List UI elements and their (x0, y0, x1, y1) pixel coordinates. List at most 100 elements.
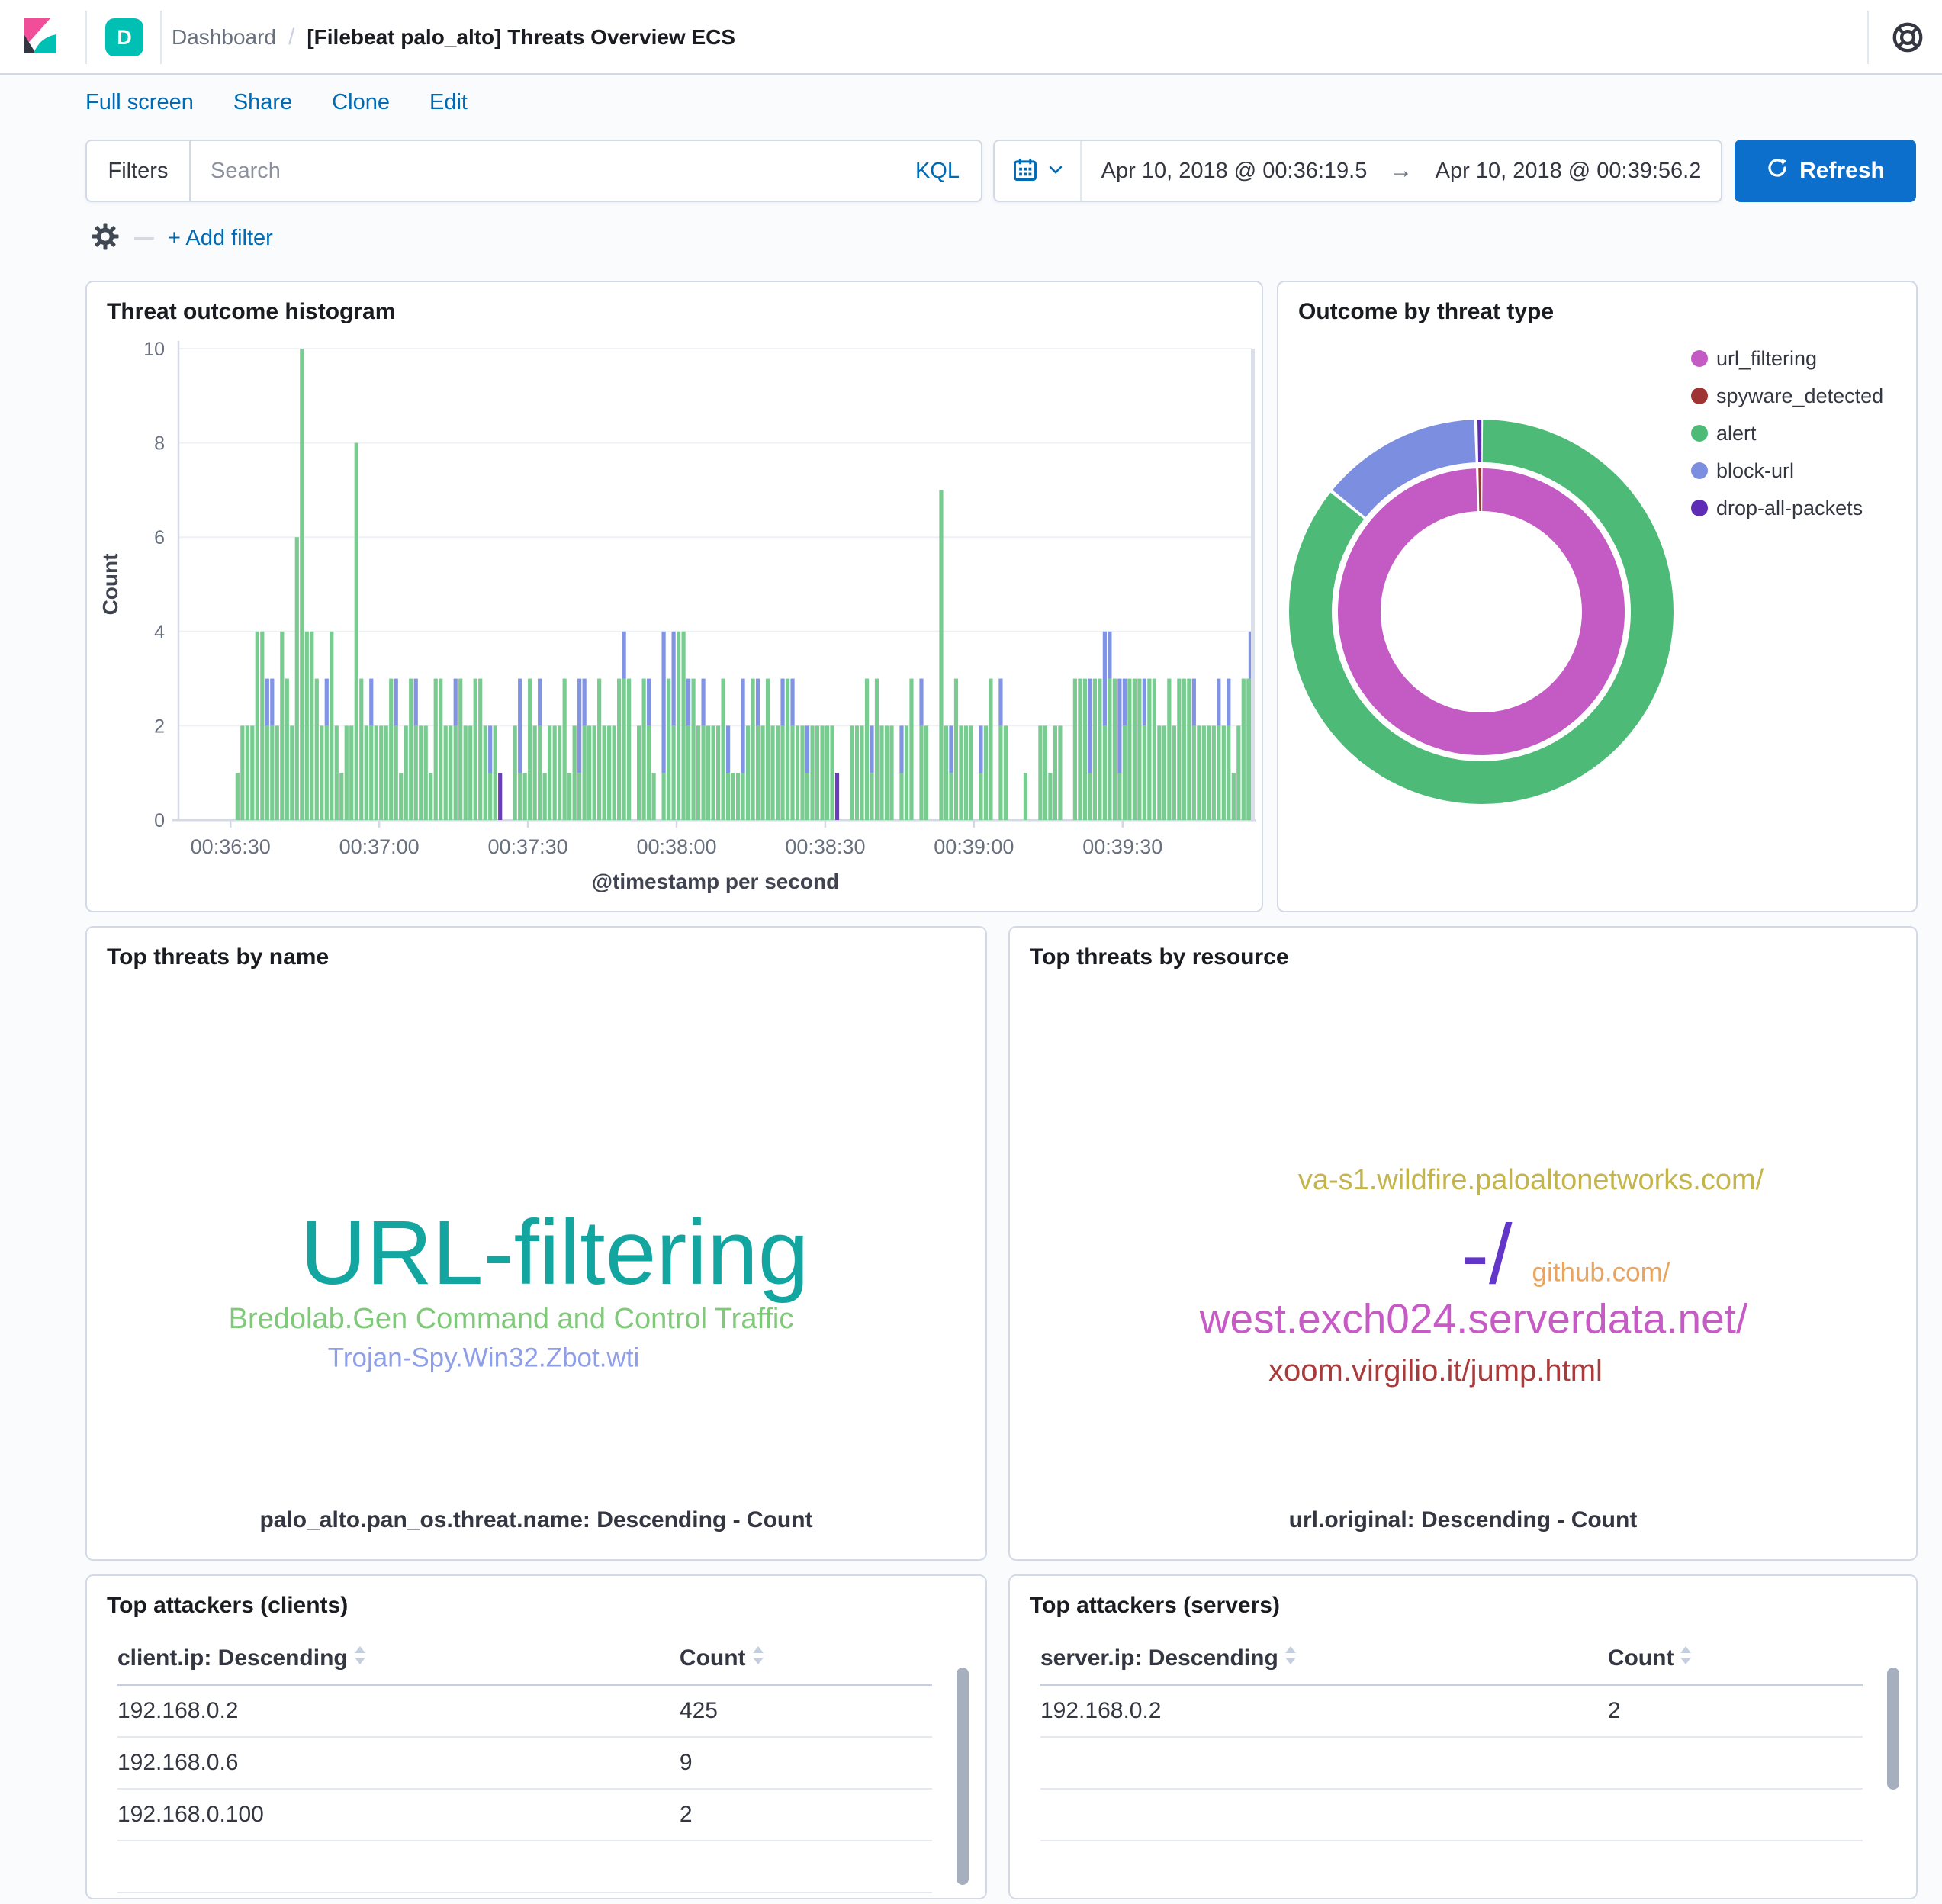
legend-item-alert[interactable]: alert (1716, 422, 1757, 445)
histogram-bar-alert[interactable] (1192, 725, 1196, 820)
histogram-bar-alert[interactable] (518, 773, 522, 820)
date-picker-button[interactable] (995, 141, 1082, 201)
table-row[interactable]: 192.168.0.2425 (117, 1686, 932, 1736)
donut-inner-url_filtering[interactable] (1338, 468, 1625, 755)
histogram-bar-alert[interactable] (1222, 725, 1226, 820)
histogram-bar-alert[interactable] (593, 725, 596, 820)
histogram-bar-alert[interactable] (627, 679, 631, 820)
histogram-bar-alert[interactable] (256, 632, 259, 820)
column-header[interactable]: Count (680, 1645, 764, 1671)
histogram-bar-alert[interactable] (295, 537, 299, 820)
histogram-bar-alert[interactable] (1187, 679, 1191, 820)
histogram-bar-alert[interactable] (300, 349, 304, 820)
histogram-bar-block-url[interactable] (949, 725, 953, 773)
table-row[interactable]: 192.168.0.69 (117, 1738, 932, 1788)
histogram-bar-alert[interactable] (1143, 725, 1146, 820)
histogram-bar-alert[interactable] (815, 725, 819, 820)
histogram-bar-alert[interactable] (879, 725, 883, 820)
histogram-bar-alert[interactable] (1162, 725, 1166, 820)
histogram-bar-block-url[interactable] (805, 725, 809, 773)
histogram-bar-alert[interactable] (642, 679, 646, 820)
histogram-bar-alert[interactable] (1123, 725, 1127, 820)
donut-inner-spyware_detected[interactable] (1478, 468, 1481, 511)
histogram-bar-alert[interactable] (1153, 679, 1156, 820)
histogram-bar-block-url[interactable] (583, 679, 587, 726)
tag-cloud-word[interactable]: west.exch024.serverdata.net/ (1200, 1298, 1747, 1340)
refresh-button[interactable]: Refresh (1735, 140, 1916, 202)
histogram-bar-alert[interactable] (652, 773, 656, 820)
histogram-bar-alert[interactable] (1227, 725, 1230, 820)
histogram-bar-alert[interactable] (899, 773, 903, 820)
space-avatar[interactable]: D (105, 18, 143, 56)
histogram-bar-alert[interactable] (573, 725, 577, 820)
histogram-bar-alert[interactable] (885, 725, 889, 820)
histogram-bar-alert[interactable] (870, 773, 873, 820)
histogram-bar-alert[interactable] (944, 725, 948, 820)
histogram-bar-alert[interactable] (647, 725, 651, 820)
histogram-bar-alert[interactable] (250, 725, 254, 820)
histogram-bar-alert[interactable] (543, 773, 547, 820)
histogram-bar-block-url[interactable] (1108, 632, 1111, 679)
histogram-bar-alert[interactable] (513, 725, 517, 820)
histogram-bar-alert[interactable] (419, 725, 423, 820)
histogram-bar-alert[interactable] (691, 679, 695, 820)
histogram-bar-alert[interactable] (751, 679, 754, 820)
outcome-by-threat-type-chart[interactable]: url_filteringspyware_detectedalertblock-… (1278, 282, 1916, 911)
histogram-bar-alert[interactable] (597, 679, 601, 820)
panel-title[interactable]: Top threats by resource (1030, 944, 1289, 970)
histogram-bar-alert[interactable] (236, 773, 240, 820)
time-start-value[interactable]: Apr 10, 2018 @ 00:36:19.5 (1082, 159, 1387, 184)
histogram-bar-block-url[interactable] (1088, 679, 1092, 774)
histogram-bar-alert[interactable] (1038, 725, 1042, 820)
scrollbar-thumb[interactable] (957, 1668, 969, 1885)
histogram-bar-block-url[interactable] (870, 725, 873, 773)
panel-title[interactable]: Top attackers (clients) (107, 1593, 348, 1619)
tag-cloud-word[interactable]: xoom.virgilio.it/jump.html (1268, 1356, 1603, 1386)
histogram-bar-alert[interactable] (998, 725, 1002, 820)
histogram-bar-alert[interactable] (1093, 679, 1097, 820)
clone-link[interactable]: Clone (332, 90, 390, 115)
histogram-bar-block-url[interactable] (518, 679, 522, 774)
histogram-bar-alert[interactable] (905, 725, 908, 820)
histogram-bar-alert[interactable] (1113, 679, 1117, 820)
full-screen-link[interactable]: Full screen (85, 90, 194, 115)
histogram-bar-alert[interactable] (478, 679, 482, 820)
histogram-bar-alert[interactable] (686, 725, 690, 820)
histogram-bar-alert[interactable] (706, 725, 710, 820)
tag-cloud-word[interactable]: URL-filtering (301, 1207, 809, 1298)
histogram-bar-alert[interactable] (865, 679, 869, 820)
histogram-bar-alert[interactable] (701, 725, 705, 820)
histogram-bar-drop-all-packets[interactable] (835, 773, 839, 820)
histogram-bar-alert[interactable] (1133, 679, 1137, 820)
tag-cloud-word[interactable]: Bredolab.Gen Command and Control Traffic (229, 1304, 794, 1333)
histogram-bar-alert[interactable] (889, 725, 893, 820)
histogram-bar-alert[interactable] (240, 725, 244, 820)
sort-icon[interactable] (1284, 1645, 1297, 1671)
histogram-bar-alert[interactable] (711, 725, 715, 820)
table-row[interactable]: 192.168.0.22 (1040, 1686, 1863, 1736)
histogram-bar-alert[interactable] (310, 632, 313, 820)
gear-icon[interactable] (90, 221, 121, 256)
histogram-bar-alert[interactable] (810, 725, 814, 820)
histogram-bar-alert[interactable] (1098, 679, 1101, 820)
legend-item-url_filtering[interactable]: url_filtering (1716, 347, 1817, 370)
histogram-bar-alert[interactable] (305, 632, 309, 820)
histogram-bar-block-url[interactable] (1123, 679, 1127, 726)
histogram-bar-alert[interactable] (756, 725, 760, 820)
histogram-bar-alert[interactable] (1157, 725, 1161, 820)
histogram-bar-alert[interactable] (805, 773, 809, 820)
histogram-bar-alert[interactable] (265, 725, 269, 820)
histogram-bar-alert[interactable] (359, 679, 363, 820)
histogram-bar-alert[interactable] (1088, 773, 1092, 820)
histogram-bar-alert[interactable] (1242, 679, 1246, 820)
histogram-bar-alert[interactable] (731, 773, 735, 820)
histogram-bar-block-url[interactable] (577, 679, 581, 774)
histogram-bar-alert[interactable] (290, 725, 294, 820)
histogram-bar-alert[interactable] (583, 725, 587, 820)
histogram-bar-alert[interactable] (984, 725, 988, 820)
breadcrumb-dashboard[interactable]: Dashboard (172, 25, 276, 50)
histogram-bar-block-url[interactable] (1227, 679, 1230, 726)
histogram-bar-alert[interactable] (1103, 725, 1107, 820)
time-end-value[interactable]: Apr 10, 2018 @ 00:39:56.2 (1416, 159, 1721, 184)
histogram-bar-block-url[interactable] (899, 725, 903, 773)
